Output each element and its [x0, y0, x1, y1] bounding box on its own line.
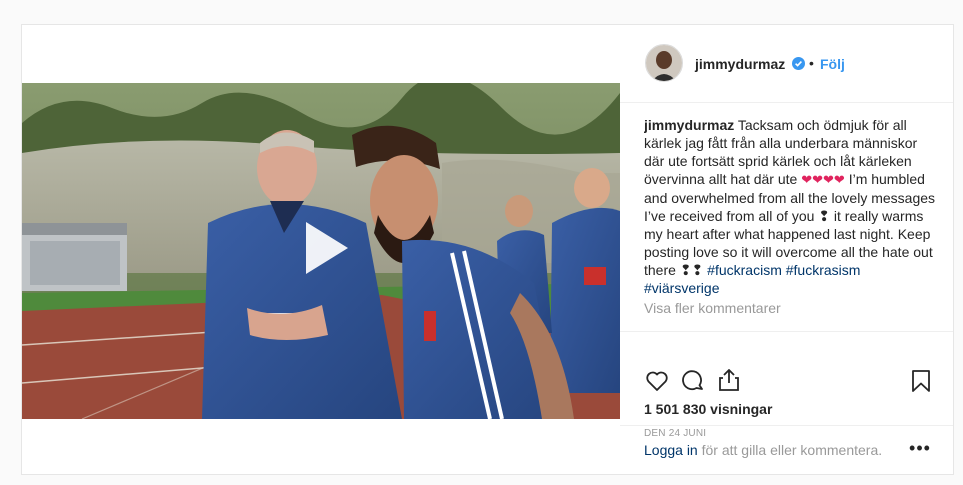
caption-hearts: ❤❤❤❤: [801, 172, 845, 187]
post-sidebar: jimmydurmaz • Följ jimmydurmaz Tacksam o…: [620, 25, 953, 474]
more-options-button[interactable]: •••: [909, 439, 931, 459]
post-header: jimmydurmaz • Följ: [620, 25, 953, 103]
play-button[interactable]: [290, 216, 354, 280]
view-more-comments-link[interactable]: Visa fler kommentarer: [644, 299, 939, 317]
separator-dot: •: [809, 55, 814, 71]
comment-button[interactable]: [680, 368, 706, 394]
save-button[interactable]: [908, 368, 934, 394]
login-link[interactable]: Logga in: [644, 442, 698, 458]
login-text: Logga in för att gilla eller kommentera.: [644, 442, 882, 458]
bookmark-icon: [912, 370, 930, 392]
login-rest-text: för att gilla eller kommentera.: [697, 442, 883, 458]
hands-emoji-icon: ❢❢: [679, 262, 704, 278]
follow-button[interactable]: Följ: [820, 56, 845, 72]
comment-icon: [682, 370, 703, 391]
verified-badge-icon: [792, 57, 805, 70]
login-prompt: Logga in för att gilla eller kommentera.…: [620, 425, 953, 474]
caption-hashtags[interactable]: #fuckracism #fuckrasism #viärsverige: [644, 262, 860, 296]
post-media: [22, 25, 620, 474]
avatar[interactable]: [645, 44, 683, 82]
caption-area: jimmydurmaz Tacksam och ödmjuk för all k…: [644, 116, 939, 331]
share-icon: [719, 369, 739, 391]
hands-emoji-icon: ❢: [818, 208, 831, 224]
video-player[interactable]: [22, 83, 620, 419]
play-icon: [306, 222, 348, 274]
view-count[interactable]: 1 501 830 visningar: [644, 401, 772, 417]
heart-icon: [646, 371, 668, 391]
caption-author[interactable]: jimmydurmaz: [644, 117, 734, 133]
like-button[interactable]: [644, 368, 670, 394]
avatar-image: [646, 45, 682, 81]
username-link[interactable]: jimmydurmaz: [695, 56, 785, 72]
post-card: jimmydurmaz • Följ jimmydurmaz Tacksam o…: [21, 24, 954, 475]
share-button[interactable]: [716, 367, 742, 393]
